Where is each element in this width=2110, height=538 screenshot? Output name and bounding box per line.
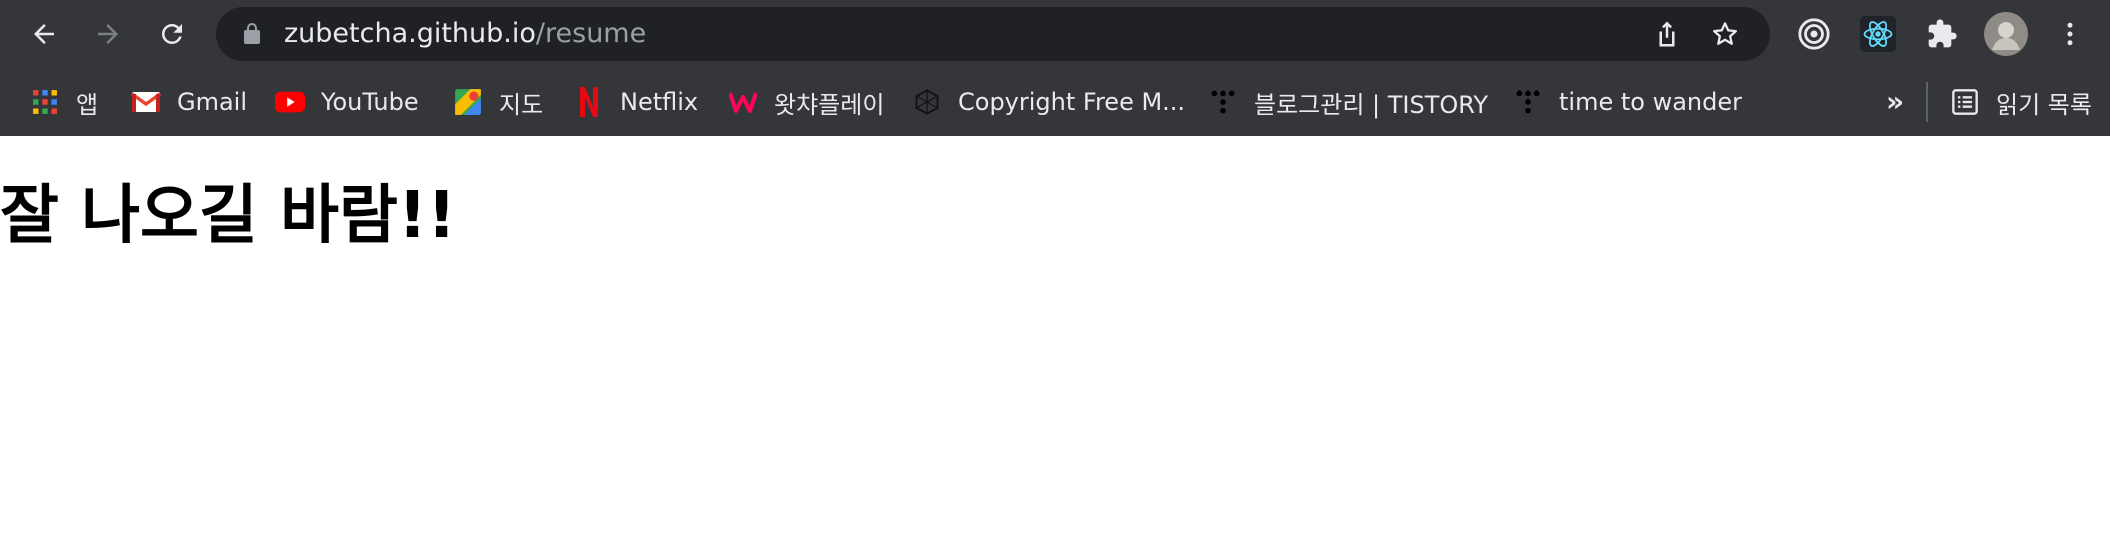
- avatar: [1984, 12, 2028, 56]
- bookmarks-overflow-button[interactable]: »: [1886, 79, 1904, 125]
- reading-list-icon: [1950, 87, 1980, 117]
- forward-button[interactable]: [88, 14, 128, 54]
- bookmark-label: Netflix: [620, 88, 699, 116]
- bookmark-youtube[interactable]: YouTube: [275, 79, 419, 125]
- arrow-right-icon: [98, 24, 118, 44]
- extension-react-button[interactable]: [1858, 14, 1898, 54]
- url-host: zubetcha.github.io: [284, 18, 536, 49]
- gmail-icon: [131, 87, 161, 117]
- bookmark-netflix[interactable]: Netflix: [574, 79, 698, 125]
- reload-icon: [162, 24, 182, 44]
- star-icon[interactable]: [1710, 19, 1740, 49]
- puzzle-icon: [1928, 19, 1957, 48]
- reading-list-button[interactable]: 읽기 목록: [1950, 79, 2092, 125]
- bookmark-copyright-free[interactable]: Copyright Free M...: [912, 79, 1185, 125]
- bookmark-maps[interactable]: 지도: [453, 79, 543, 125]
- back-button[interactable]: [24, 14, 64, 54]
- react-icon: [1860, 16, 1896, 52]
- bookmark-apps[interactable]: 앱: [30, 79, 98, 125]
- bookmark-label: Copyright Free M...: [958, 88, 1186, 116]
- bookmarks-bar: 앱 Gmail YouTube 지도 Netflix 왓챠플레이 Copyrig…: [0, 68, 2110, 136]
- url-path: /resume: [535, 18, 647, 49]
- tistory-icon: [1513, 87, 1543, 117]
- lock-icon[interactable]: [240, 22, 264, 46]
- copyright-free-icon: [912, 87, 942, 117]
- url-text[interactable]: zubetcha.github.io/resume: [284, 7, 646, 61]
- arrow-left-icon: [34, 24, 54, 44]
- bookmark-label: 왓챠플레이: [774, 90, 885, 119]
- maps-icon: [453, 87, 483, 117]
- bookmark-label: 지도: [499, 90, 544, 119]
- watcha-icon: [728, 87, 758, 117]
- extensions-button[interactable]: [1922, 14, 1962, 54]
- tistory-icon: [1208, 87, 1238, 117]
- browser-chrome: zubetcha.github.io/resume 앱 Gmail YouTub…: [0, 0, 2110, 136]
- youtube-icon: [275, 87, 305, 117]
- reload-button[interactable]: [152, 14, 192, 54]
- bookmark-label: time to wander: [1559, 88, 1742, 116]
- kebab-menu-icon: [2067, 22, 2073, 46]
- browser-menu-button[interactable]: [2050, 14, 2090, 54]
- extension-target-button[interactable]: [1794, 14, 1834, 54]
- bookmark-label: Gmail: [177, 88, 248, 116]
- bookmarks-divider: [1926, 82, 1928, 122]
- address-bar[interactable]: zubetcha.github.io/resume: [216, 7, 1770, 61]
- browser-toolbar: zubetcha.github.io/resume: [0, 0, 2110, 68]
- target-icon: [1798, 18, 1830, 50]
- page-heading: 잘 나오길 바람!!: [0, 179, 457, 253]
- bookmark-label: YouTube: [321, 88, 419, 116]
- page-content: 잘 나오길 바람!!: [0, 136, 2110, 538]
- share-icon[interactable]: [1652, 19, 1682, 49]
- bookmark-label: 앱: [76, 90, 99, 119]
- bookmark-gmail[interactable]: Gmail: [131, 79, 247, 125]
- bookmark-watcha[interactable]: 왓챠플레이: [728, 79, 884, 125]
- apps-grid-icon: [30, 87, 60, 117]
- bookmark-time-to-wander[interactable]: time to wander: [1513, 79, 1742, 125]
- bookmark-tistory-admin[interactable]: 블로그관리 | TISTORY: [1208, 79, 1488, 125]
- netflix-icon: [574, 87, 604, 117]
- profile-button[interactable]: [1984, 12, 2028, 56]
- bookmark-label: 블로그관리 | TISTORY: [1254, 90, 1489, 119]
- reading-list-label: 읽기 목록: [1996, 90, 2092, 119]
